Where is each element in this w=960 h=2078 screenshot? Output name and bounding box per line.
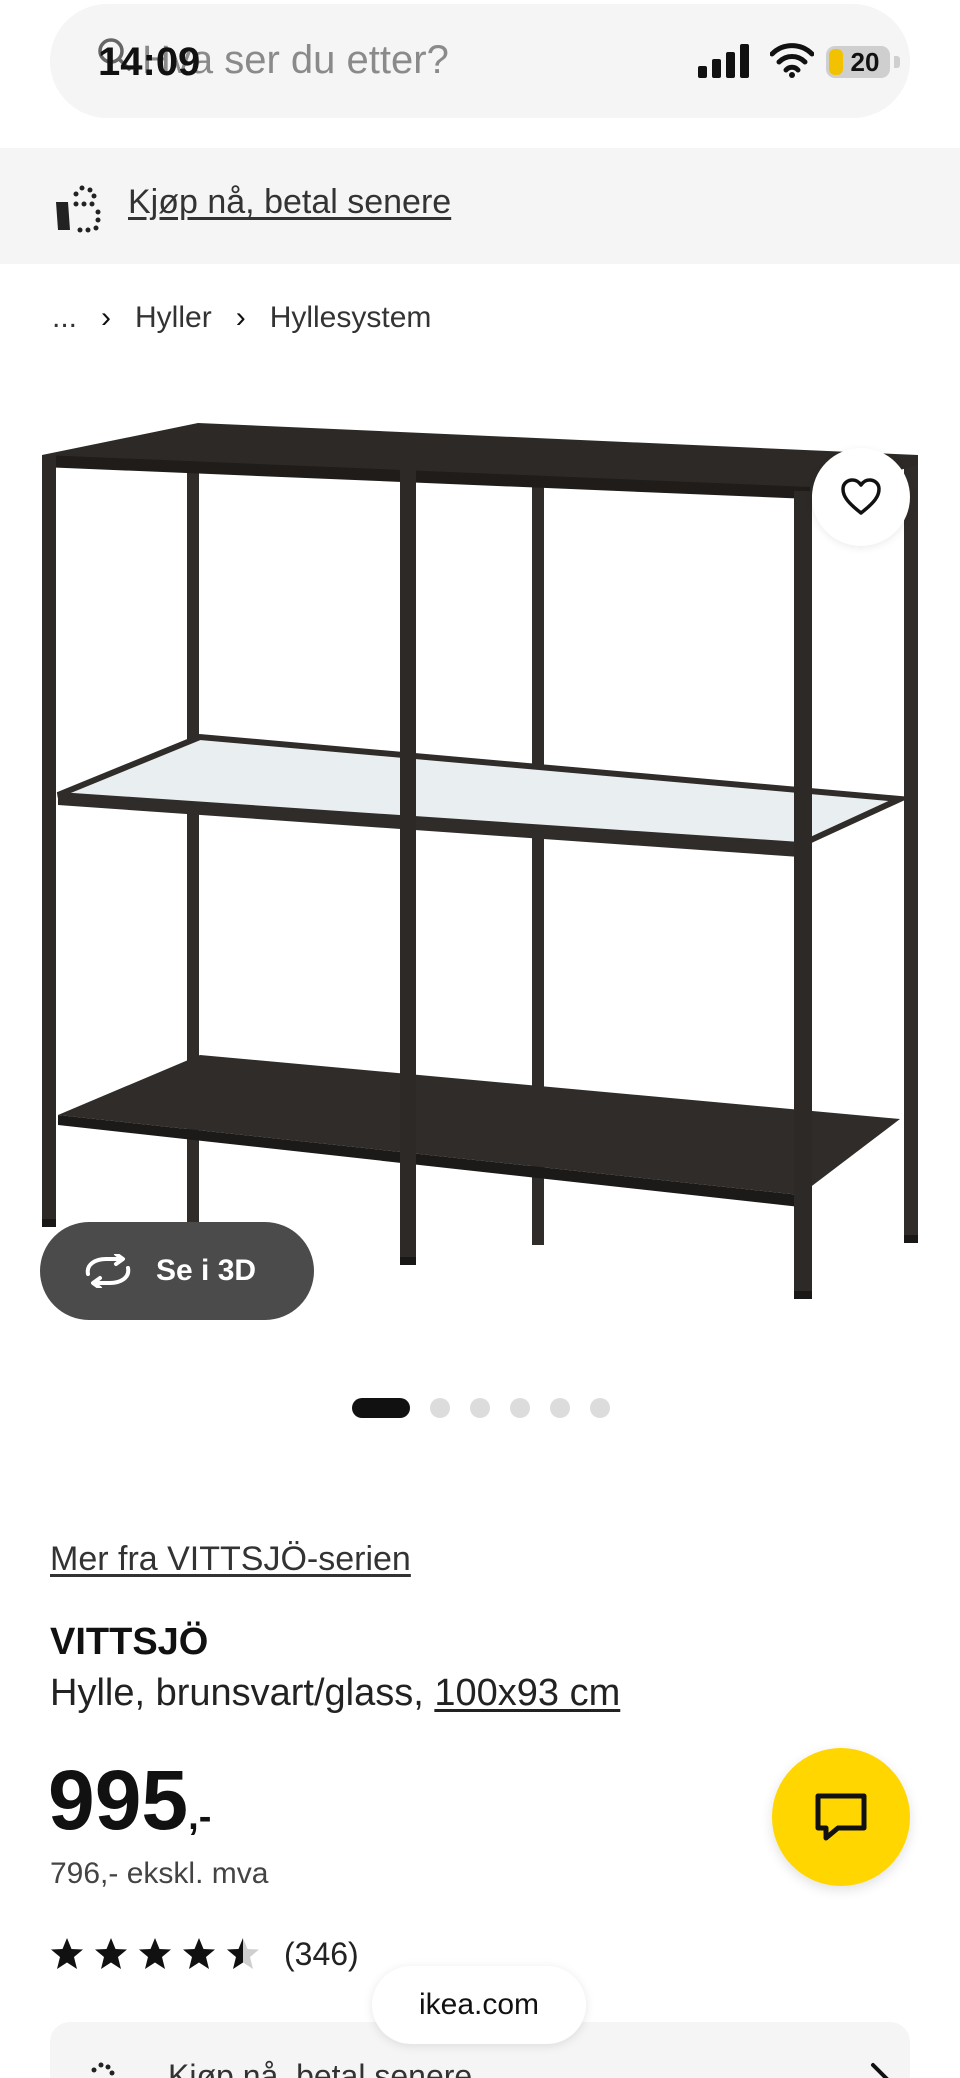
status-time: 14:09 xyxy=(98,40,201,84)
heart-icon xyxy=(841,478,881,515)
product-image[interactable] xyxy=(30,395,930,1365)
product-name: VITTSJÖ xyxy=(50,1621,209,1663)
breadcrumb-hyllesystem[interactable]: Hyllesystem xyxy=(268,301,434,335)
view-3d-button[interactable]: Se i 3D xyxy=(40,1222,314,1320)
star-full-icon xyxy=(95,1938,127,1969)
chevron-right-icon xyxy=(871,2063,889,2078)
view-3d-label: Se i 3D xyxy=(156,1254,257,1287)
product-description: Hylle, brunsvart/glass, 100x93 cm xyxy=(50,1670,620,1716)
promo-link[interactable]: Kjøp nå, betal senere xyxy=(128,180,451,224)
browser-url-pill[interactable]: ikea.com xyxy=(372,1966,586,2044)
wifi-icon xyxy=(770,43,814,78)
carousel-dot[interactable] xyxy=(550,1398,570,1418)
price-suffix: ,- xyxy=(188,1796,212,1838)
battery-level: 20 xyxy=(850,47,880,77)
carousel-dot[interactable] xyxy=(470,1398,490,1418)
star-full-icon xyxy=(139,1938,171,1969)
carousel-dot[interactable] xyxy=(590,1398,610,1418)
installment-bag-icon xyxy=(56,185,101,233)
carousel-dot[interactable] xyxy=(510,1398,530,1418)
header: Hva ser du etter? 14:09 20 xyxy=(0,0,960,148)
carousel-dot-active[interactable] xyxy=(352,1398,410,1418)
chevron-right-icon: › xyxy=(235,301,246,334)
product-description-text: Hylle, brunsvart/glass, xyxy=(50,1672,435,1714)
chat-bubble-icon xyxy=(815,1793,867,1841)
review-count[interactable]: (346) xyxy=(284,1934,359,1974)
price-main: 995 xyxy=(48,1753,189,1847)
breadcrumb-ellipsis[interactable]: ... xyxy=(50,301,79,335)
installment-bag-icon xyxy=(91,2062,115,2076)
star-full-icon xyxy=(183,1938,215,1969)
breadcrumb-hyller[interactable]: Hyller xyxy=(133,301,214,335)
star-half-icon xyxy=(227,1938,259,1969)
battery-nub xyxy=(894,56,900,68)
chat-button[interactable] xyxy=(772,1748,910,1886)
rating[interactable]: (346) xyxy=(50,1934,359,1974)
product-size-link[interactable]: 100x93 cm xyxy=(434,1672,620,1714)
rotate-3d-icon xyxy=(85,1254,131,1288)
carousel-dot[interactable] xyxy=(430,1398,450,1418)
price: 995,- xyxy=(48,1752,211,1865)
chevron-right-icon: › xyxy=(101,301,112,334)
signal-icon xyxy=(698,44,749,78)
carousel-indicator xyxy=(352,1398,630,1418)
series-link[interactable]: Mer fra VITTSJÖ-serien xyxy=(50,1537,411,1581)
favorite-button[interactable] xyxy=(812,448,910,546)
promo-banner[interactable]: Kjøp nå, betal senere xyxy=(0,148,960,264)
star-full-icon xyxy=(51,1938,83,1969)
battery-icon: 20 xyxy=(826,46,890,78)
price-ex-vat: 796,- ekskl. mva xyxy=(50,1857,269,1890)
installment-card-link[interactable]: Kjøp nå, betal senere xyxy=(168,2056,472,2078)
breadcrumb: ... › Hyller › Hyllesystem xyxy=(50,296,433,340)
